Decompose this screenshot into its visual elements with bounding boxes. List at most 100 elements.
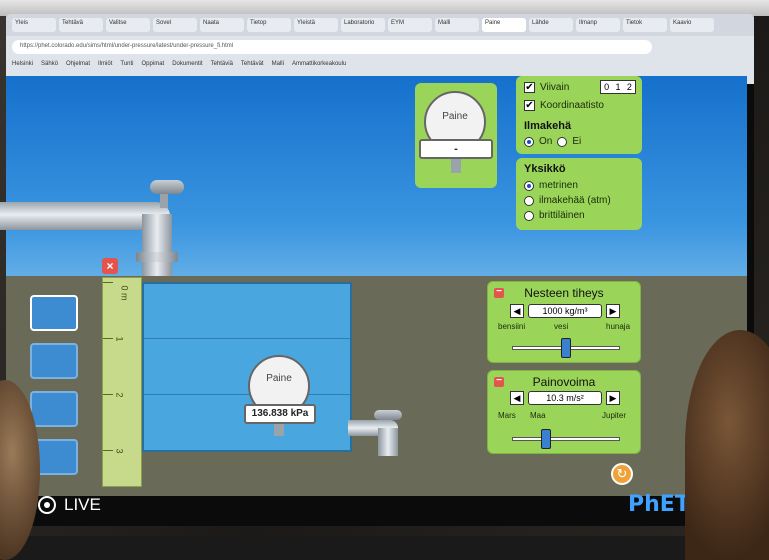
water-pool (142, 282, 352, 452)
bookmark[interactable]: Malli (272, 61, 284, 71)
browser-tab[interactable]: Laboratorio (341, 18, 385, 32)
density-slider-thumb[interactable] (561, 338, 571, 358)
ruler-icon-tick: 0 (604, 82, 610, 92)
browser-tab[interactable]: Tietop (247, 18, 291, 32)
gauge-readout: - (419, 139, 493, 159)
browser-tab[interactable]: Naata (200, 18, 244, 32)
browser-tab[interactable]: Lähde (529, 18, 573, 32)
browser-tab[interactable]: Malli (435, 18, 479, 32)
density-decrease-button[interactable]: ◀ (510, 304, 524, 318)
ruler-mark (103, 394, 113, 395)
gravity-increase-button[interactable]: ▶ (606, 391, 620, 405)
ruler-option[interactable]: ✔ Viivain (524, 82, 569, 93)
gauge-stem (451, 159, 461, 173)
gravity-value: 10.3 m/s² (528, 391, 602, 405)
browser-tab[interactable]: Yleistä (294, 18, 338, 32)
ruler-label: 3 (114, 448, 125, 454)
units-metric-option[interactable]: metrinen (524, 180, 578, 191)
ruler-icon-tick: 2 (626, 82, 632, 92)
units-imperial-option[interactable]: brittiläinen (524, 210, 585, 221)
scene-button-chamber[interactable] (30, 391, 78, 427)
scene-button-trapezoid[interactable] (30, 343, 78, 379)
density-value: 1000 kg/m³ (528, 304, 602, 318)
gravity-panel: − Painovoima ◀ 10.3 m/s² ▶ Mars Maa Jupi… (487, 370, 641, 454)
browser-tab[interactable]: Yleis (12, 18, 56, 32)
gauge-label: Paine (266, 373, 292, 384)
ruler-mark (103, 450, 113, 451)
browser-tab[interactable]: Ilmanp (576, 18, 620, 32)
fluid-density-panel: − Nesteen tiheys ◀ 1000 kg/m³ ▶ bensiini… (487, 281, 641, 363)
bookmark[interactable]: Tehtävät (241, 61, 264, 71)
browser-tab[interactable]: Tietok (623, 18, 667, 32)
ruler-icon: 0 1 2 (600, 80, 636, 94)
close-icon[interactable]: × (102, 258, 118, 274)
atmosphere-radio-group: On Ei (524, 136, 581, 147)
browser-chrome: Yleis Tehtävä Valitse Sovel Naata Tietop… (6, 14, 754, 84)
gravity-title: Painovoima (532, 375, 596, 389)
reset-icon[interactable]: ↻ (611, 463, 633, 485)
bookmark[interactable]: Oppimat (142, 61, 165, 71)
checkbox-checked-icon[interactable]: ✔ (524, 82, 535, 93)
browser-tab[interactable]: Tehtävä (59, 18, 103, 32)
bookmark[interactable]: Ammattikorkeakoulu (292, 61, 346, 71)
ruler-label: 1 (114, 336, 125, 342)
ruler-option-label: Viivain (540, 82, 570, 93)
radio-icon[interactable] (524, 210, 534, 221)
grid-line (144, 338, 350, 339)
bookmark[interactable]: Tunti (120, 61, 133, 71)
browser-tab[interactable]: Kaavio (670, 18, 714, 32)
grid-option-label: Koordinaatisto (540, 100, 604, 111)
units-imperial-label: brittiläinen (539, 210, 585, 221)
live-icon (38, 496, 56, 514)
gravity-max-label: Jupiter (602, 411, 627, 420)
bookmark[interactable]: Dokumentit (172, 61, 202, 71)
radio-selected-icon[interactable] (524, 180, 534, 191)
bookmark[interactable]: Sähkö (41, 61, 58, 71)
ruler-mark (103, 282, 113, 283)
grid-option[interactable]: ✔ Koordinaatisto (524, 100, 604, 111)
browser-tab[interactable]: Valitse (106, 18, 150, 32)
gauge-stem (274, 424, 284, 436)
bookmark[interactable]: Ilmiöt (98, 61, 112, 71)
bookmark[interactable]: Tehtäviä (211, 61, 233, 71)
units-metric-label: metrinen (539, 180, 578, 191)
gravity-decrease-button[interactable]: ◀ (510, 391, 524, 405)
live-label: LIVE (64, 495, 101, 514)
units-panel: Yksikkö metrinen ilmakehää (atm) brittil… (516, 158, 642, 230)
drain-valve-handle[interactable] (374, 410, 402, 420)
bookmark[interactable]: Helsinki (12, 61, 33, 71)
density-max-label: hunaja (606, 322, 631, 331)
faucet-valve-handle[interactable] (150, 180, 184, 194)
scene-button-pool[interactable] (30, 295, 78, 331)
radio-icon[interactable] (557, 136, 568, 147)
atmosphere-on-label: On (539, 136, 553, 147)
pool-gauge-readout: 136.838 kPa (244, 404, 316, 424)
pressure-gauge-toolbox: Paine - (415, 83, 497, 188)
live-badge: LIVE (38, 495, 101, 515)
gauge-label: Paine (442, 111, 468, 122)
density-min-label: bensiini (498, 322, 526, 331)
bookmark[interactable]: Ohjelmat (66, 61, 90, 71)
ruler-mark (103, 338, 113, 339)
drain-spout (378, 428, 398, 456)
gravity-slider-thumb[interactable] (541, 429, 552, 449)
browser-tab[interactable]: EYM (388, 18, 432, 32)
density-increase-button[interactable]: ▶ (606, 304, 620, 318)
atmosphere-off-label: Ei (572, 136, 582, 147)
radio-selected-icon[interactable] (524, 136, 534, 147)
gravity-slider-track[interactable] (512, 437, 620, 441)
checkbox-checked-icon[interactable]: ✔ (524, 100, 535, 111)
address-bar[interactable]: https://phet.colorado.edu/sims/html/unde… (12, 40, 652, 54)
density-mid-label: vesi (554, 322, 569, 331)
units-atm-option[interactable]: ilmakehää (atm) (524, 195, 611, 206)
radio-icon[interactable] (524, 195, 534, 206)
ruler-label: 0 m (119, 285, 130, 301)
browser-tab[interactable]: Sovel (153, 18, 197, 32)
density-title: Nesteen tiheys (524, 286, 604, 300)
browser-tab-active[interactable]: Paine (482, 18, 526, 32)
ruler[interactable]: 0 m 1 2 3 (102, 277, 142, 487)
tab-strip: Yleis Tehtävä Valitse Sovel Naata Tietop… (6, 14, 754, 36)
units-title: Yksikkö (524, 163, 566, 175)
faucet-spout (142, 214, 172, 276)
bookmarks-bar: Helsinki Sähkö Ohjelmat Ilmiöt Tunti Opp… (6, 58, 754, 74)
